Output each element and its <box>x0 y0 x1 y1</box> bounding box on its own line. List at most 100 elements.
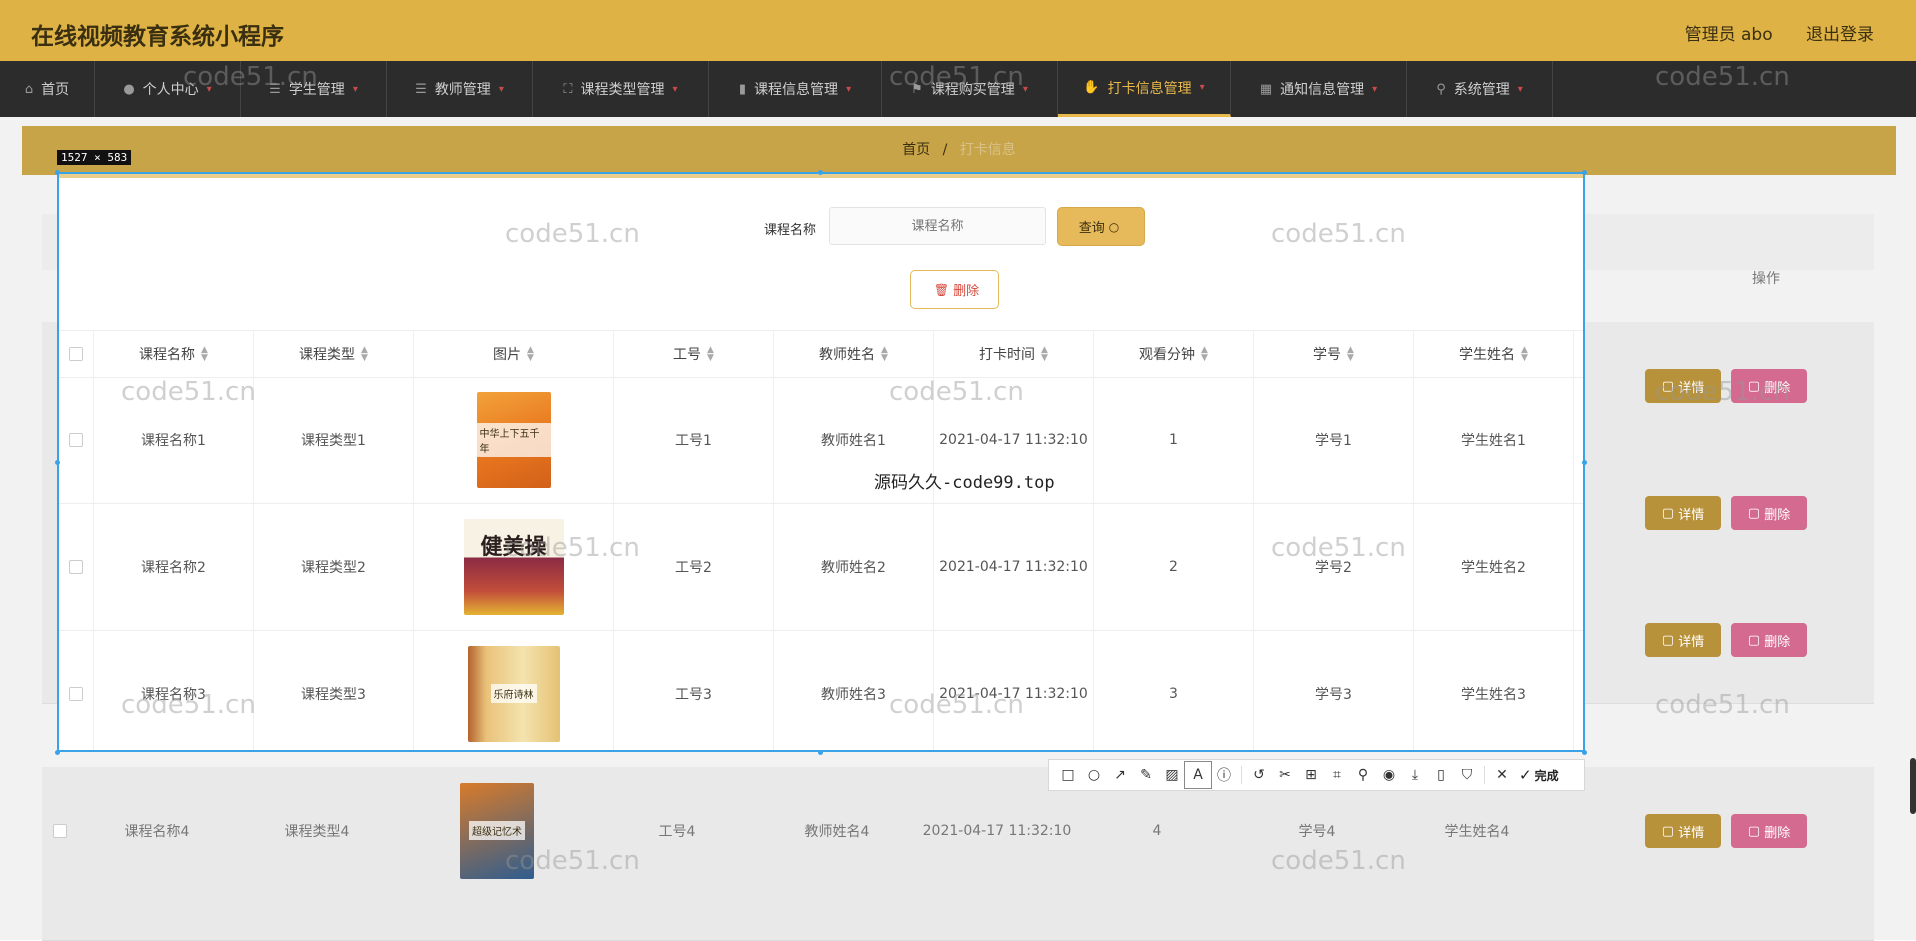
trash-icon: ▢ <box>1747 823 1765 839</box>
column-header-image[interactable]: 图片 ▲ ▼ <box>414 331 614 377</box>
sort-icon: ▲ ▼ <box>1521 345 1528 363</box>
row-checkbox[interactable] <box>52 823 67 838</box>
undo-icon[interactable]: ↺ <box>1246 762 1272 788</box>
breadcrumb-home[interactable]: 首页 <box>902 142 930 158</box>
scissors-icon[interactable]: ✂ <box>1272 762 1298 788</box>
select-all-checkbox[interactable] <box>69 347 83 361</box>
capture-size-label: 1527 × 583 <box>57 150 132 165</box>
cell-course-name: 课程名称2 <box>94 503 254 630</box>
column-header-checkin-time[interactable]: 打卡时间 ▲ ▼ <box>934 331 1094 377</box>
column-header-course-type[interactable]: 课程类型 ▲ ▼ <box>254 331 414 377</box>
chevron-down-icon: ▾ <box>1199 82 1205 93</box>
nav-student-management[interactable]: ☰ 学生管理 ▾ <box>241 61 387 117</box>
cell-course-name: 课程名称4 <box>124 823 190 840</box>
detail-button[interactable]: ▢ 详情 <box>1645 623 1721 657</box>
sort-icon: ▲ ▼ <box>1041 345 1048 363</box>
pencil-tool-icon[interactable]: ✎ <box>1133 762 1159 788</box>
cell-image: 健美操 <box>414 503 614 630</box>
trash-icon: 🗑 <box>933 282 950 297</box>
cell-teacher-id: 工号4 <box>658 823 696 840</box>
resize-handle[interactable] <box>55 460 60 465</box>
resize-handle[interactable] <box>1582 170 1587 175</box>
cell-course-name: 课程名称3 <box>94 630 254 750</box>
text-tool-icon[interactable]: A <box>1184 761 1212 789</box>
download-icon[interactable]: ⤓ <box>1402 762 1428 788</box>
detail-button[interactable]: ▢ 详情 <box>1645 369 1721 403</box>
resize-handle[interactable] <box>818 750 823 755</box>
search-icon: ⚲ <box>1436 81 1446 97</box>
number-tool-icon[interactable]: ⓘ <box>1211 762 1237 788</box>
cell-course-type: 课程类型3 <box>254 630 414 750</box>
batch-delete-button[interactable]: 🗑 删除 <box>910 270 999 309</box>
course-name-search-input[interactable] <box>829 207 1046 245</box>
logout-link[interactable]: 退出登录 <box>1806 25 1874 45</box>
nav-checkin-management[interactable]: ✋ 打卡信息管理 ▾ <box>1058 61 1231 117</box>
detail-button[interactable]: ▢ 详情 <box>1645 814 1721 848</box>
record-icon[interactable]: ◉ <box>1376 762 1402 788</box>
nav-notice-management[interactable]: ▦ 通知信息管理 ▾ <box>1231 61 1407 117</box>
column-header-teacher-id[interactable]: 工号 ▲ ▼ <box>614 331 774 377</box>
translate-icon[interactable]: ⊞ <box>1298 762 1324 788</box>
resize-handle[interactable] <box>55 170 60 175</box>
row-checkbox[interactable] <box>69 432 83 447</box>
row-delete-button[interactable]: ▢ 删除 <box>1731 623 1807 657</box>
detail-button[interactable]: ▢ 详情 <box>1645 496 1721 530</box>
screenshot-capture-region[interactable]: 课程名称 查询○ 🗑删除 课程名称▲▼ 课程类型▲▼ 图片▲▼ 工号▲▼ 教师姓… <box>57 172 1585 752</box>
table-header: 课程名称 ▲ ▼ 课程类型 ▲ ▼ 图片 ▲ ▼ 工号 ▲ ▼ 教师姓名 ▲ ▼ 打卡时间 ▲ ▼ 观看… <box>59 330 1583 378</box>
nav-course-purchase-management[interactable]: ⚑ 课程购买管理 ▾ <box>882 61 1058 117</box>
bookmark-icon[interactable]: ⛉ <box>1454 762 1480 788</box>
cell-student-name: 学生姓名1 <box>1414 376 1574 503</box>
search-button[interactable]: 查询 ○ <box>1057 207 1145 246</box>
sort-icon: ▲ ▼ <box>201 345 208 363</box>
ellipse-tool-icon[interactable]: ○ <box>1081 762 1107 788</box>
column-header-student-id[interactable]: 学号 ▲ ▼ <box>1254 331 1414 377</box>
thumb-icon: ✋ <box>1083 80 1100 95</box>
done-button[interactable]: ✓ 完成 <box>1519 766 1559 784</box>
arrow-tool-icon[interactable]: ↗ <box>1107 762 1133 788</box>
pin-icon[interactable]: ⚲ <box>1350 762 1376 788</box>
chevron-down-icon: ▾ <box>1022 83 1028 95</box>
cell-teacher-name: 教师姓名2 <box>774 503 934 630</box>
nav-course-type-management[interactable]: ⛶ 课程类型管理 ▾ <box>533 61 709 117</box>
column-header-watch-minutes[interactable]: 观看分钟 ▲ ▼ <box>1094 331 1254 377</box>
nav-system-management[interactable]: ⚲ 系统管理 ▾ <box>1407 61 1553 117</box>
rectangle-tool-icon[interactable]: □ <box>1055 762 1081 788</box>
trash-icon: ▢ <box>1747 378 1765 394</box>
row-checkbox[interactable] <box>69 559 83 574</box>
column-header-course-name[interactable]: 课程名称 ▲ ▼ <box>94 331 254 377</box>
column-header-student-name[interactable]: 学生姓名 ▲ ▼ <box>1414 331 1574 377</box>
sort-icon: ▲ ▼ <box>361 345 368 363</box>
cell-teacher-name: 教师姓名3 <box>774 630 934 750</box>
cell-student-id: 学号1 <box>1254 376 1414 503</box>
home-icon: ⌂ <box>24 81 34 97</box>
check-icon: ✓ <box>1519 766 1532 784</box>
ocr-icon[interactable]: ⌗ <box>1324 762 1350 788</box>
cell-student-id: 学号2 <box>1254 503 1414 630</box>
chevron-down-icon: ▾ <box>206 83 212 95</box>
nav-course-info-management[interactable]: ▮ 课程信息管理 ▾ <box>709 61 882 117</box>
mosaic-tool-icon[interactable]: ▨ <box>1159 762 1185 788</box>
scrollbar[interactable] <box>1910 758 1916 814</box>
nav-teacher-management[interactable]: ☰ 教师管理 ▾ <box>387 61 533 117</box>
row-delete-button[interactable]: ▢ 删除 <box>1731 496 1807 530</box>
phone-icon[interactable]: ▯ <box>1428 762 1454 788</box>
row-checkbox[interactable] <box>69 686 83 701</box>
nav-personal-center[interactable]: ● 个人中心 ▾ <box>95 61 241 117</box>
chevron-down-icon: ▾ <box>846 83 852 95</box>
file-icon: ▢ <box>1661 378 1679 394</box>
resize-handle[interactable] <box>818 170 823 175</box>
resize-handle[interactable] <box>1582 750 1587 755</box>
close-icon[interactable]: ✕ <box>1489 762 1515 788</box>
column-header-teacher-name[interactable]: 教师姓名 ▲ ▼ <box>774 331 934 377</box>
cell-teacher-name: 教师姓名4 <box>804 823 870 840</box>
nav-home[interactable]: ⌂ 首页 <box>0 61 95 117</box>
resize-handle[interactable] <box>55 750 60 755</box>
row-delete-button[interactable]: ▢ 删除 <box>1731 369 1807 403</box>
resize-handle[interactable] <box>1582 460 1587 465</box>
cell-student-name: 学生姓名3 <box>1414 630 1574 750</box>
cell-teacher-id: 工号3 <box>614 630 774 750</box>
row-delete-button[interactable]: ▢ 删除 <box>1731 814 1807 848</box>
sort-icon: ▲ ▼ <box>527 345 534 363</box>
cell-teacher-id: 工号2 <box>614 503 774 630</box>
screenshot-toolbar: □ ○ ↗ ✎ ▨ A ⓘ ↺ ✂ ⊞ ⌗ ⚲ ◉ ⤓ ▯ ⛉ ✕ ✓ 完成 <box>1048 759 1585 791</box>
